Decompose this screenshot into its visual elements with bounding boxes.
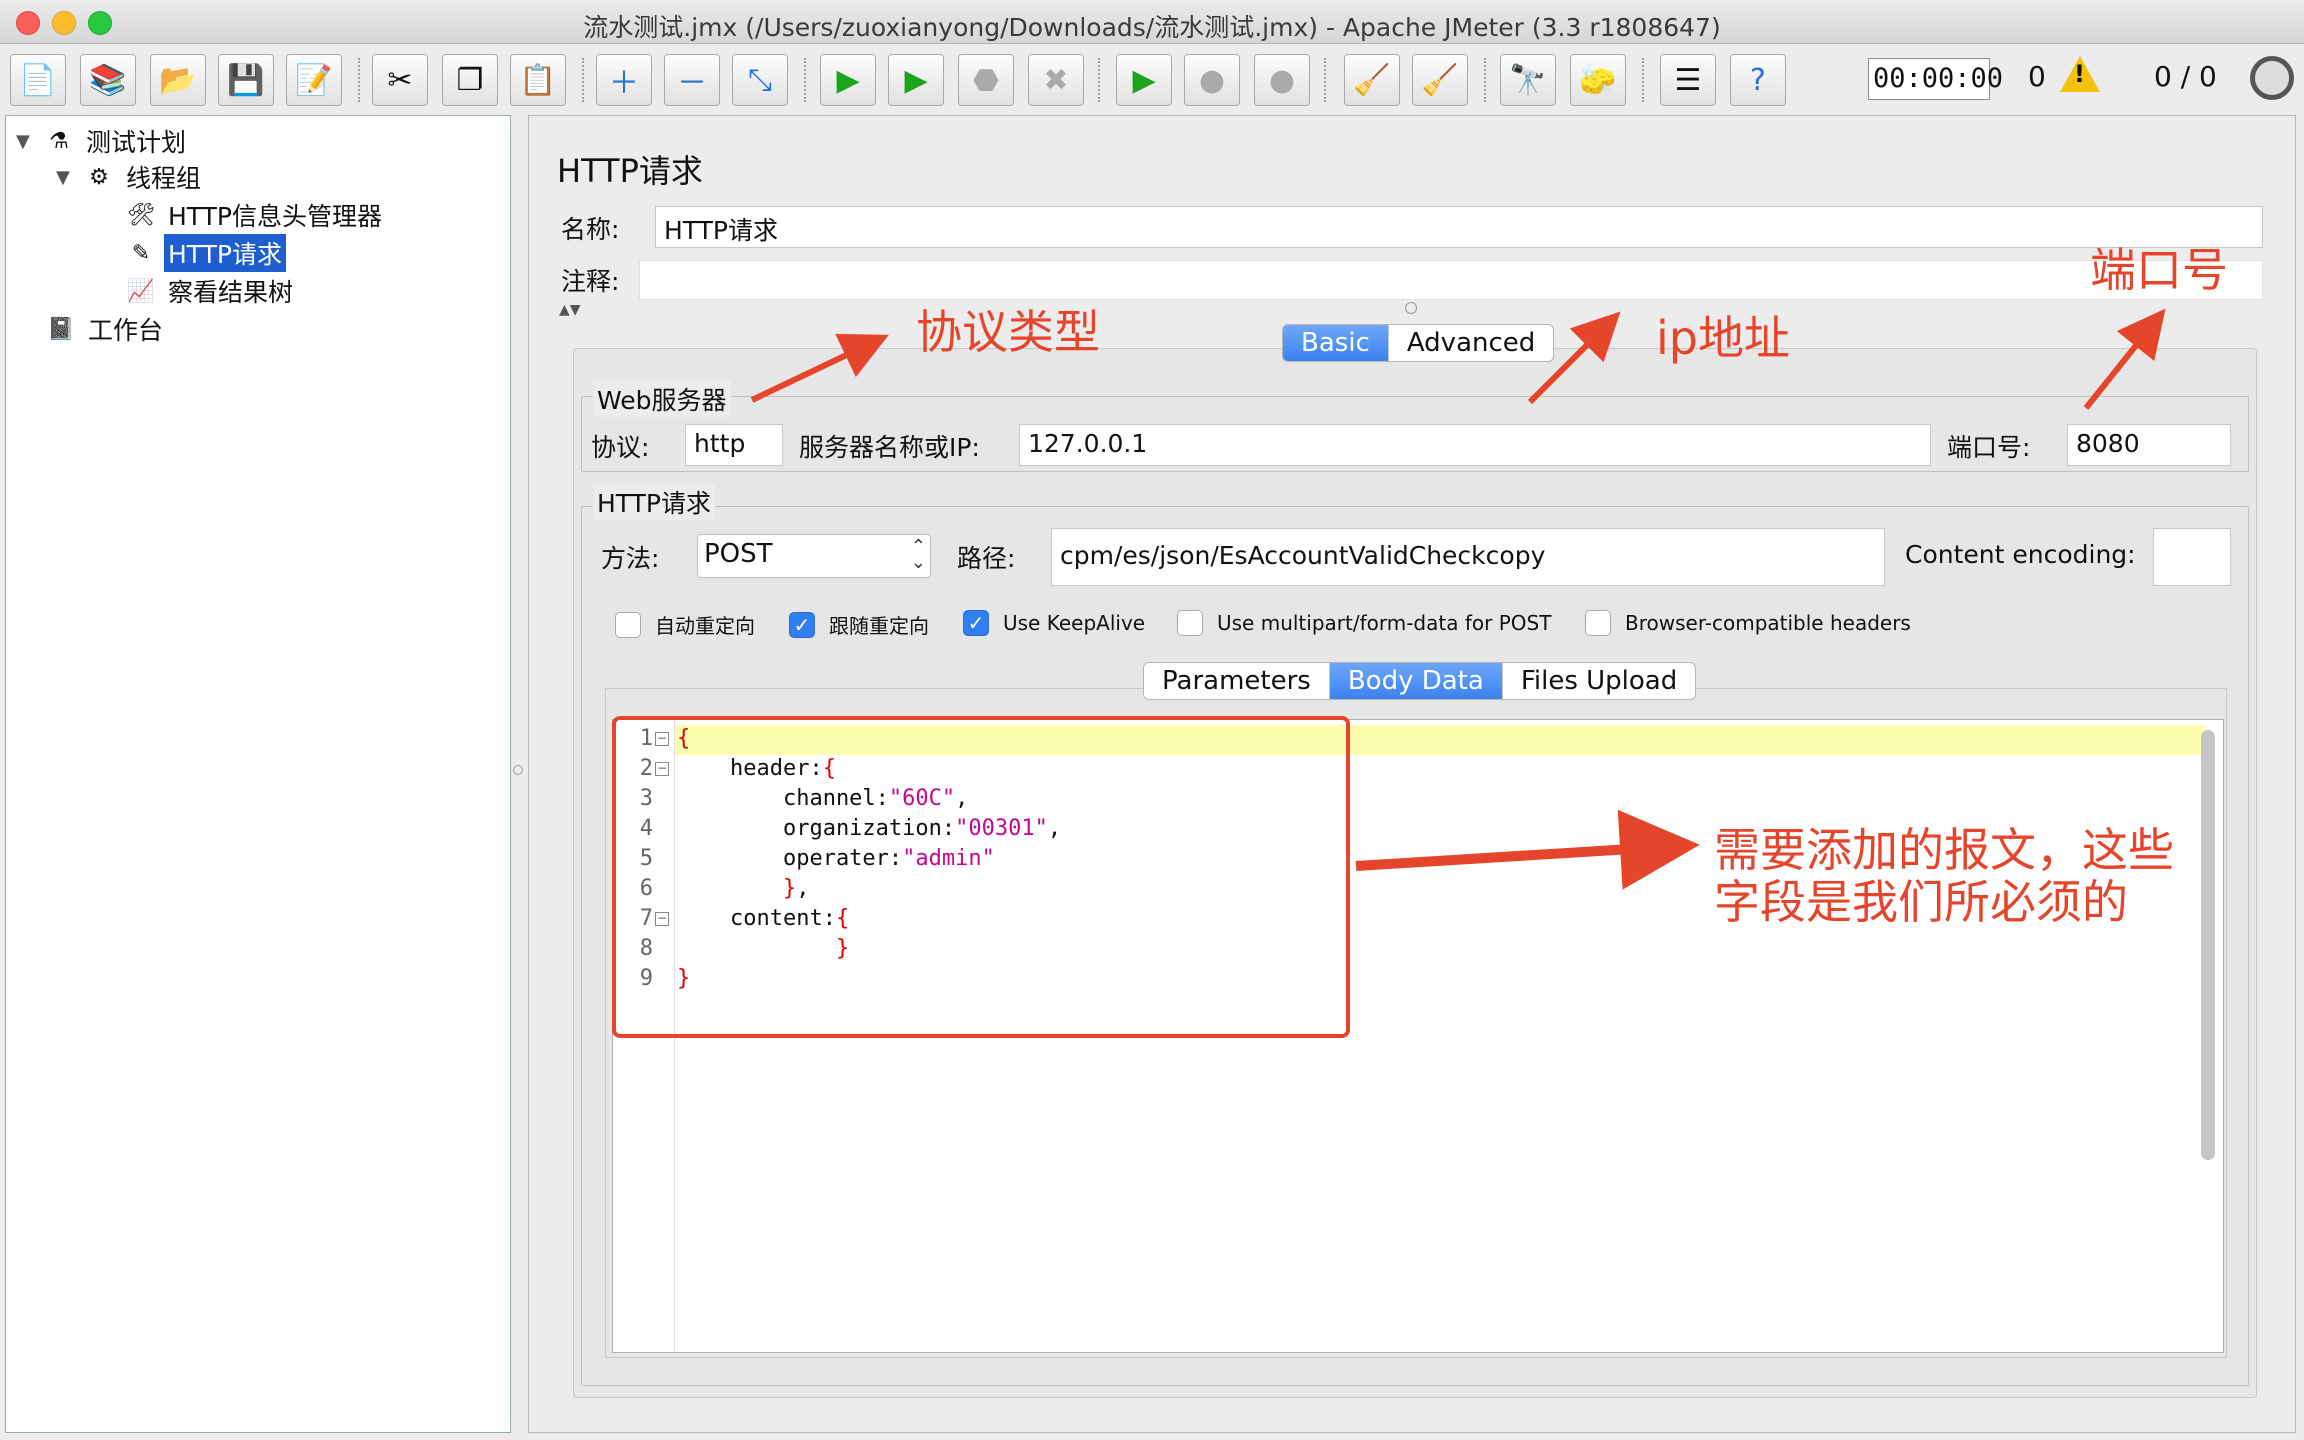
ip-arrow xyxy=(1527,311,1621,405)
annotation-body-line2: 字段是我们所必须的 xyxy=(1714,875,2128,929)
port-arrow xyxy=(2083,308,2166,410)
annotation-port: 端口号 xyxy=(2090,243,2228,297)
jmeter-window: 流水测试.jmx (/Users/zuoxianyong/Downloads/流… xyxy=(0,0,2304,1440)
annotation-arrows xyxy=(750,308,2166,890)
annotation-protocol: 协议类型 xyxy=(916,305,1100,359)
annotation-ip: ip地址 xyxy=(1656,311,1790,365)
body-arrow xyxy=(1355,809,1700,890)
protocol-arrow xyxy=(750,333,889,403)
